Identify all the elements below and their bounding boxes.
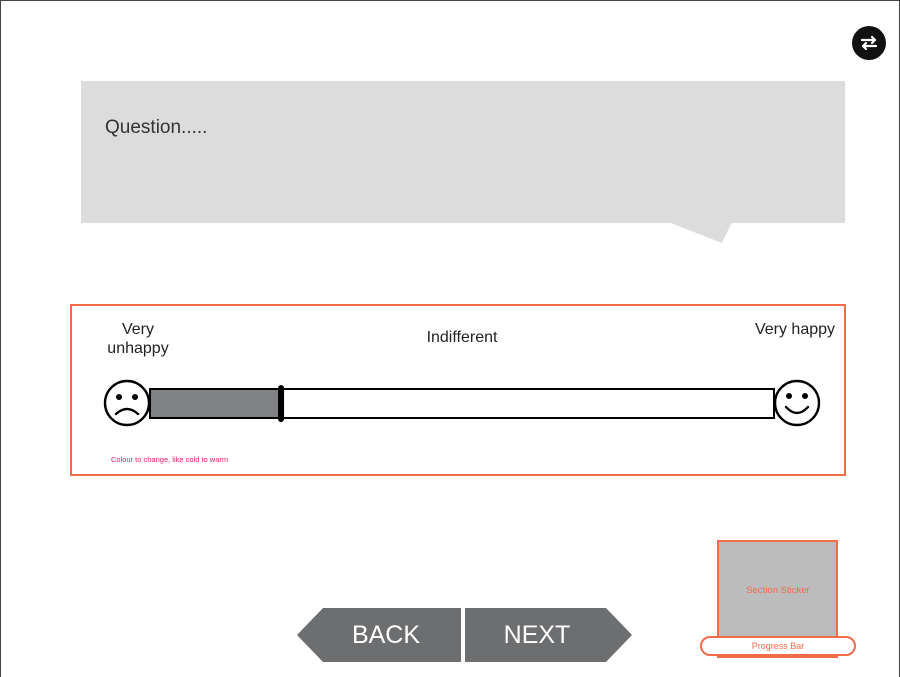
section-sticker-label: Section Sticker [746, 585, 810, 596]
progress-bar-label: Progress Bar [751, 641, 805, 651]
back-button[interactable]: BACK [326, 621, 446, 650]
next-button[interactable]: NEXT [477, 621, 597, 650]
